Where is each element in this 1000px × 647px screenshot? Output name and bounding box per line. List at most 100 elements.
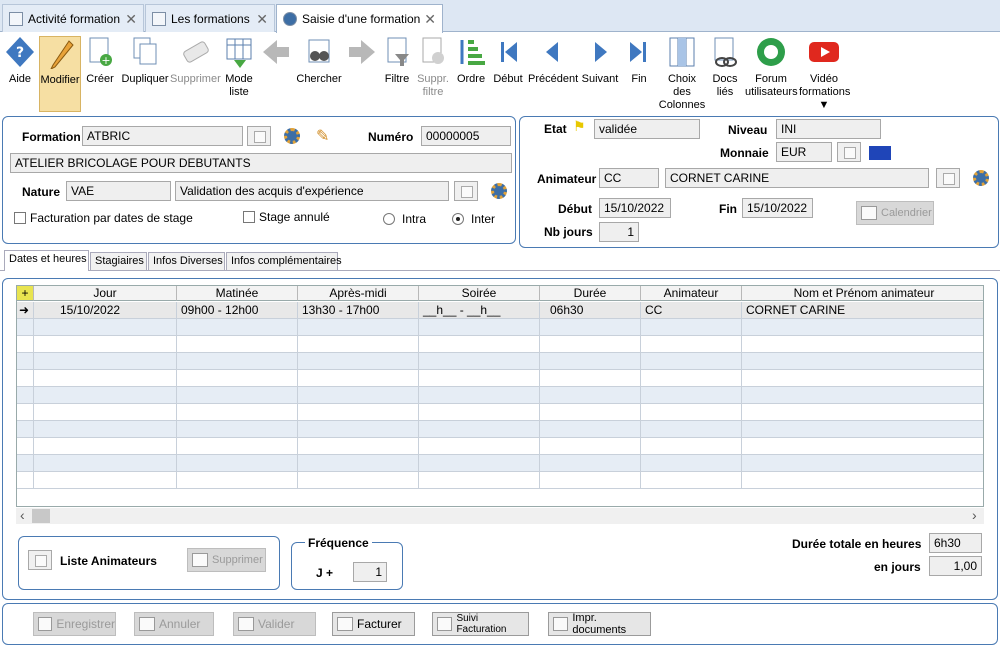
grid-cell[interactable] [419,336,540,353]
supprimer-animateur-button[interactable]: Supprimer [187,548,266,572]
grid-cell[interactable] [641,336,742,353]
creer-button[interactable]: + Créer [84,36,116,86]
en-jours-field[interactable]: 1,00 [929,556,982,576]
grid-cell[interactable]: CORNET CARINE [742,302,983,319]
monnaie-field[interactable]: EUR [776,142,832,162]
precedent-button[interactable]: Précédent [528,36,578,86]
grid-cell[interactable] [177,472,298,489]
grid-cell[interactable] [419,438,540,455]
tab-les-formations[interactable]: Les formations ✕ [145,4,275,32]
grid-cell[interactable] [34,336,177,353]
animateur-code-field[interactable]: CC [599,168,659,188]
grid-cell[interactable] [298,387,419,404]
grid-cell[interactable] [641,319,742,336]
grid-cell[interactable] [298,319,419,336]
suivant-button[interactable]: Suivant [580,36,620,86]
stage-annule-checkbox[interactable] [243,211,255,223]
grid-cell[interactable] [641,472,742,489]
grid-cell[interactable] [540,319,641,336]
choix-colonnes-button[interactable]: Choix des Colonnes [658,36,706,112]
row-selector[interactable] [17,387,34,404]
grid-cell[interactable] [34,438,177,455]
grid-cell[interactable] [742,370,983,387]
supprimer-button[interactable]: Supprimer [170,36,221,86]
docs-lies-button[interactable]: Docs liés [708,36,742,99]
grid-cell[interactable] [742,438,983,455]
grid-cell[interactable] [742,336,983,353]
grid-cell[interactable] [177,438,298,455]
intra-radio[interactable] [383,213,395,225]
add-row-icon[interactable]: + [17,286,34,301]
grid-cell[interactable] [298,404,419,421]
dropdown-arrow-icon[interactable]: ▼ [819,99,830,111]
horizontal-scrollbar[interactable]: ‹ › [16,507,984,524]
modifier-button[interactable]: Modifier [39,36,81,112]
tab-dates-heures[interactable]: Dates et heures [4,250,89,271]
dupliquer-button[interactable]: Dupliquer [120,36,170,86]
grid-cell[interactable] [177,387,298,404]
grid-cell[interactable]: 15/10/2022 [34,302,177,319]
grid-cell[interactable]: 06h30 [540,302,641,319]
annuler-button[interactable]: Annuler [134,612,214,636]
suppr-filtre-button[interactable]: Suppr. filtre [415,36,451,99]
grid-cell[interactable] [742,387,983,404]
grid-cell[interactable] [34,370,177,387]
lookup-button[interactable] [454,181,478,201]
valider-button[interactable]: Valider [233,612,316,636]
nature-desc-field[interactable]: Validation des acquis d'expérience [175,181,449,201]
grid-cell[interactable] [419,421,540,438]
facturation-dates-checkbox[interactable] [14,212,26,224]
calendrier-button[interactable]: Calendrier [856,201,934,225]
tab-activite-formation[interactable]: Activité formation ✕ [2,4,144,32]
grid-cell[interactable] [298,472,419,489]
fin-button[interactable]: Fin [624,36,654,86]
dates-grid[interactable]: + Jour Matinée Après-midi Soirée Durée A… [16,285,984,507]
grid-cell[interactable] [742,455,983,472]
lookup-button[interactable] [936,168,960,188]
grid-cell[interactable] [177,336,298,353]
next-arrow-button[interactable] [344,36,380,68]
col-header-nom-animateur[interactable]: Nom et Prénom animateur [742,286,983,301]
grid-cell[interactable] [34,319,177,336]
grid-cell[interactable] [540,353,641,370]
nature-code-field[interactable]: VAE [66,181,171,201]
grid-cell[interactable] [742,319,983,336]
row-selector[interactable] [17,472,34,489]
grid-cell[interactable] [742,472,983,489]
grid-cell[interactable] [34,387,177,404]
scroll-thumb[interactable] [32,509,50,523]
grid-cell[interactable] [298,370,419,387]
forum-button[interactable]: Forum utilisateurs [745,36,798,99]
video-formations-button[interactable]: Vidéo formations ▼ [799,36,850,112]
grid-cell[interactable] [742,404,983,421]
grid-cell[interactable] [177,319,298,336]
grid-cell[interactable] [298,353,419,370]
grid-cell[interactable]: CC [641,302,742,319]
grid-cell[interactable] [419,319,540,336]
grid-cell[interactable] [540,387,641,404]
grid-cell[interactable] [540,370,641,387]
niveau-field[interactable]: INI [776,119,881,139]
tab-infos-diverses[interactable]: Infos Diverses [148,252,225,270]
grid-cell[interactable] [540,438,641,455]
grid-cell[interactable] [177,455,298,472]
etat-field[interactable]: validée [594,119,700,139]
fin-field[interactable]: 15/10/2022 [742,198,813,218]
enregistrer-button[interactable]: Enregistrer [33,612,116,636]
grid-cell[interactable]: __h__ - __h__ [419,302,540,319]
impr-documents-button[interactable]: Impr. documents [548,612,651,636]
animateur-name-field[interactable]: CORNET CARINE [665,168,929,188]
grid-cell[interactable] [641,353,742,370]
col-header-soiree[interactable]: Soirée [419,286,540,301]
grid-cell[interactable] [34,353,177,370]
grid-cell[interactable] [641,421,742,438]
gear-icon[interactable] [284,128,300,144]
mode-liste-button[interactable]: Mode liste [222,36,256,99]
debut-button[interactable]: Début [491,36,525,86]
row-selector[interactable] [17,404,34,421]
row-selector[interactable] [17,353,34,370]
tab-saisie-formation[interactable]: Saisie d'une formation ✕ [276,4,443,33]
formation-title-field[interactable]: ATELIER BRICOLAGE POUR DEBUTANTS [10,153,512,173]
row-selector[interactable] [17,370,34,387]
chercher-button[interactable]: Chercher [296,36,342,86]
